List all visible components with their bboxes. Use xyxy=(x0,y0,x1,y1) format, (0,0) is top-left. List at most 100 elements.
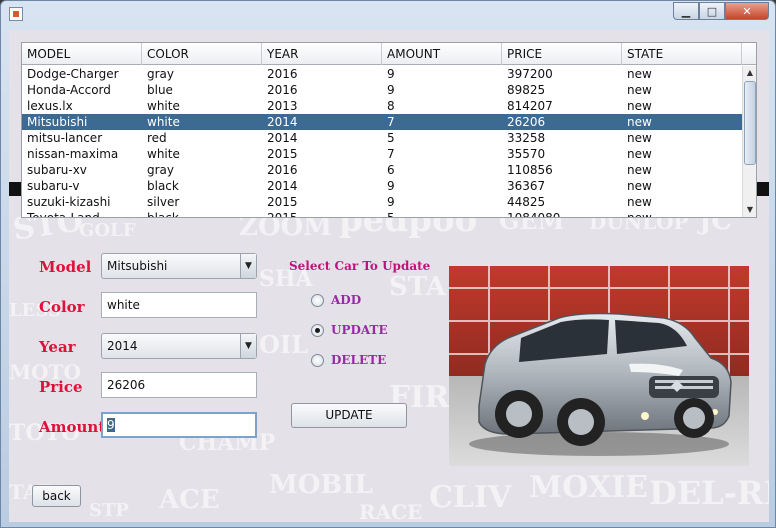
table-row[interactable]: subaru-v black 2014 9 36367 new xyxy=(22,178,742,194)
table-cell: 9 xyxy=(387,179,395,193)
maximize-icon: □ xyxy=(706,4,718,18)
table-cell: 9 xyxy=(387,67,395,81)
radio-update-label: UPDATE xyxy=(331,323,388,337)
table-cell: red xyxy=(147,131,167,145)
color-label: Color xyxy=(39,298,85,316)
title-bar: ▁ □ ✕ xyxy=(1,1,775,27)
table-cell: suzuki-kizashi xyxy=(27,195,111,209)
year-dropdown[interactable]: 2014 ▼ xyxy=(101,333,257,359)
table-cell: 397200 xyxy=(507,67,553,81)
column-header-model[interactable]: MODEL xyxy=(22,43,142,65)
app-window: ▁ □ ✕ STO GOLF ZOOM pedpoo GEM DUNLOP JC… xyxy=(0,0,776,528)
table-cell: Dodge-Charger xyxy=(27,67,119,81)
radio-add-circle[interactable] xyxy=(311,293,324,307)
table-cell: lexus.lx xyxy=(27,99,73,113)
column-header-year[interactable]: YEAR xyxy=(262,43,382,65)
radio-update[interactable]: UPDATE xyxy=(311,323,388,337)
table-row[interactable]: Dodge-Charger gray 2016 9 397200 new xyxy=(22,66,742,82)
table-cell: 9 xyxy=(387,83,395,97)
column-header-color[interactable]: COLOR xyxy=(142,43,262,65)
table-cell: 2016 xyxy=(267,67,298,81)
radio-update-circle[interactable] xyxy=(311,323,324,337)
radio-delete-circle[interactable] xyxy=(311,353,324,367)
table-cell: new xyxy=(627,99,652,113)
minimize-button[interactable]: ▁ xyxy=(673,2,699,20)
table-cell: 2016 xyxy=(267,163,298,177)
table-cell: new xyxy=(627,115,652,129)
table-cell: 5 xyxy=(387,131,395,145)
model-dropdown[interactable]: Mitsubishi ▼ xyxy=(101,253,257,279)
table-cell: 814207 xyxy=(507,99,553,113)
model-dropdown-value: Mitsubishi xyxy=(107,259,168,273)
table-cell: gray xyxy=(147,163,175,177)
model-label: Model xyxy=(39,258,92,276)
close-icon: ✕ xyxy=(742,4,752,18)
table-cell: 35570 xyxy=(507,147,546,161)
radio-add[interactable]: ADD xyxy=(311,293,361,307)
scroll-thumb[interactable] xyxy=(744,81,756,165)
table-row[interactable]: Toyota-Land... black 2015 5 1084080 new xyxy=(22,210,742,218)
scroll-down-arrow-icon[interactable]: ▼ xyxy=(743,203,756,217)
table-cell: new xyxy=(627,195,652,209)
table-cell: 26206 xyxy=(507,115,546,129)
table-row[interactable]: Honda-Accord blue 2016 9 89825 new xyxy=(22,82,742,98)
table-cell: 5 xyxy=(387,211,395,218)
table-cell: 2015 xyxy=(267,195,298,209)
table-row[interactable]: mitsu-lancer red 2014 5 33258 new xyxy=(22,130,742,146)
table-cell: black xyxy=(147,179,179,193)
table-cell: subaru-v xyxy=(27,179,80,193)
maximize-button[interactable]: □ xyxy=(699,2,725,20)
table-cell: 2016 xyxy=(267,83,298,97)
color-field[interactable]: white xyxy=(101,292,257,318)
table-cell: new xyxy=(627,211,652,218)
table-row[interactable]: nissan-maxima white 2015 7 35570 new xyxy=(22,146,742,162)
back-button[interactable]: back xyxy=(32,485,81,507)
table-cell: mitsu-lancer xyxy=(27,131,103,145)
chevron-down-icon[interactable]: ▼ xyxy=(240,334,256,358)
table-cell: 6 xyxy=(387,163,395,177)
table-row[interactable]: suzuki-kizashi silver 2015 9 44825 new xyxy=(22,194,742,210)
table-cell: 2014 xyxy=(267,115,298,129)
amount-label: Amount xyxy=(39,418,106,436)
amount-field[interactable]: 9 xyxy=(101,412,257,438)
column-header-state[interactable]: STATE xyxy=(622,43,742,65)
table-cell: 1084080 xyxy=(507,211,561,218)
scroll-up-arrow-icon[interactable]: ▲ xyxy=(743,66,756,80)
table-cell: nissan-maxima xyxy=(27,147,119,161)
table-cell: new xyxy=(627,147,652,161)
year-label: Year xyxy=(39,338,76,356)
table-cell: 7 xyxy=(387,147,395,161)
table-cell: 2014 xyxy=(267,179,298,193)
table-cell: Toyota-Land... xyxy=(27,211,112,218)
content-panel: STO GOLF ZOOM pedpoo GEM DUNLOP JC SHA S… xyxy=(9,30,769,522)
table-cell: Honda-Accord xyxy=(27,83,111,97)
update-button[interactable]: UPDATE xyxy=(291,403,407,428)
table-scrollbar[interactable]: ▲ ▼ xyxy=(742,66,756,217)
table-cell: 44825 xyxy=(507,195,546,209)
column-header-amount[interactable]: AMOUNT xyxy=(382,43,502,65)
cars-table[interactable]: MODEL COLOR YEAR AMOUNT PRICE STATE Dodge-Cha… xyxy=(21,42,757,218)
table-cell: subaru-xv xyxy=(27,163,87,177)
table-cell: 9 xyxy=(387,195,395,209)
price-field[interactable]: 26206 xyxy=(101,372,257,398)
radio-delete[interactable]: DELETE xyxy=(311,353,386,367)
table-cell: new xyxy=(627,131,652,145)
table-body[interactable]: Dodge-Charger gray 2016 9 397200 new Honda-Acc… xyxy=(22,66,742,218)
table-cell: blue xyxy=(147,83,173,97)
table-cell: 2015 xyxy=(267,211,298,218)
chevron-down-icon[interactable]: ▼ xyxy=(240,254,256,278)
car-image-illustration xyxy=(449,266,749,466)
window-controls: ▁ □ ✕ xyxy=(673,2,769,20)
table-row[interactable]: subaru-xv gray 2016 6 110856 new xyxy=(22,162,742,178)
close-button[interactable]: ✕ xyxy=(725,2,769,20)
column-header-price[interactable]: PRICE xyxy=(502,43,622,65)
table-cell: 2015 xyxy=(267,147,298,161)
car-photo xyxy=(449,266,749,466)
table-row[interactable]: lexus.lx white 2013 8 814207 new xyxy=(22,98,742,114)
table-header-corner xyxy=(742,43,756,65)
price-label: Price xyxy=(39,378,83,396)
table-cell: new xyxy=(627,163,652,177)
table-row[interactable]: Mitsubishi white 2014 7 26206 new xyxy=(22,114,742,130)
table-cell: black xyxy=(147,211,179,218)
amount-field-value: 9 xyxy=(107,418,115,432)
